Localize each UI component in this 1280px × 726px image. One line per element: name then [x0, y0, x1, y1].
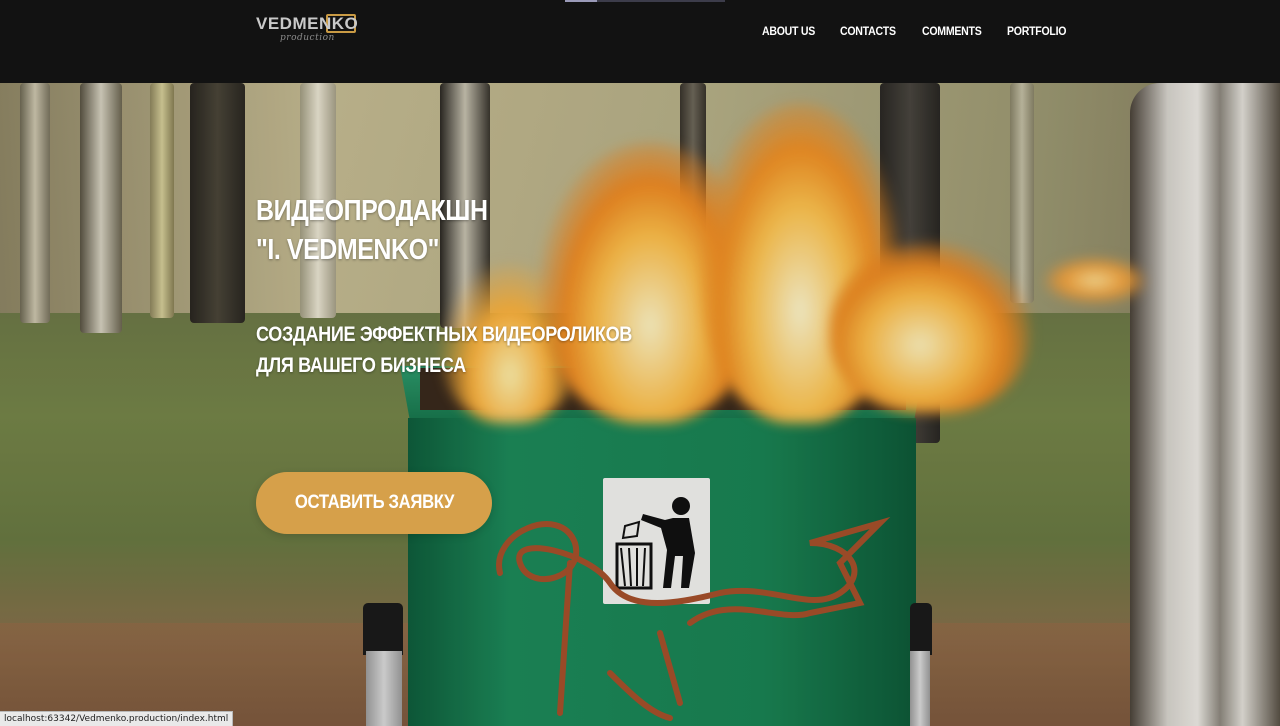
nav-comments[interactable]: COMMENTS [922, 23, 982, 39]
main-nav: ABOUT US CONTACTS COMMENTS PORTFOLIO [762, 23, 1069, 39]
hero-title-line1: ВИДЕОПРОДАКШН [256, 195, 488, 228]
hero-subtitle: СОЗДАНИЕ ЭФФЕКТНЫХ ВИДЕОРОЛИКОВ ДЛЯ ВАШЕ… [256, 319, 632, 381]
submit-request-button[interactable]: ОСТАВИТЬ ЗАЯВКУ [256, 472, 492, 534]
site-logo[interactable]: VEDMENKO production [256, 13, 360, 49]
scroll-indicator-thumb [565, 0, 597, 2]
nav-contacts[interactable]: CONTACTS [840, 23, 896, 39]
site-header: VEDMENKO production ABOUT US CONTACTS CO… [0, 0, 1280, 83]
submit-request-label: ОСТАВИТЬ ЗАЯВКУ [294, 492, 454, 513]
browser-status-url: localhost:63342/Vedmenko.production/inde… [0, 711, 234, 726]
hero-overlay [0, 83, 1280, 726]
nav-about-us[interactable]: ABOUT US [762, 23, 815, 39]
hero-title: ВИДЕОПРОДАКШН "I. VEDMENKO" [256, 192, 488, 270]
hero-subtitle-line2: ДЛЯ ВАШЕГО БИЗНЕСА [256, 354, 466, 378]
nav-portfolio[interactable]: PORTFOLIO [1007, 23, 1066, 39]
page: VEDMENKO production ABOUT US CONTACTS CO… [0, 0, 1280, 726]
scroll-indicator [565, 0, 725, 2]
logo-tagline: production [280, 33, 335, 43]
hero-subtitle-line1: СОЗДАНИЕ ЭФФЕКТНЫХ ВИДЕОРОЛИКОВ [256, 323, 632, 347]
hero-title-line2: "I. VEDMENKO" [256, 234, 439, 267]
logo-brand: VEDMENKO [256, 14, 359, 33]
hero-section [0, 83, 1280, 726]
